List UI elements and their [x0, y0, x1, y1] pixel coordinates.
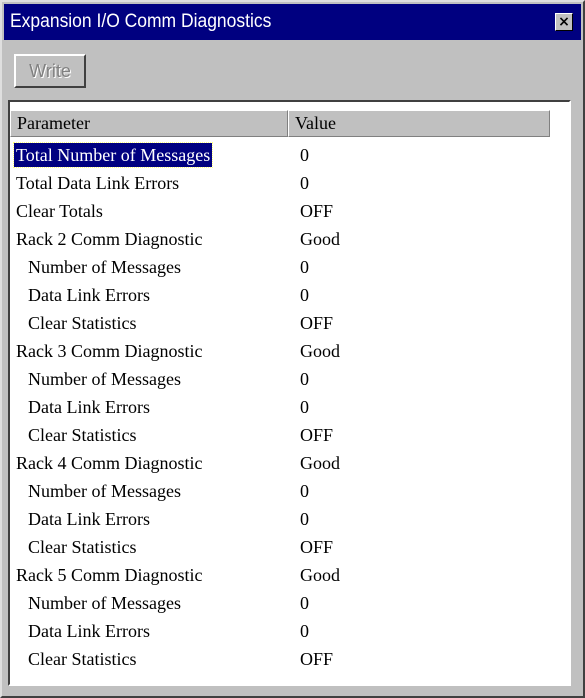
write-button[interactable]: Write	[14, 54, 86, 88]
value-cell[interactable]: OFF	[300, 647, 333, 671]
parameter-cell[interactable]: Clear Statistics	[26, 647, 138, 671]
close-button[interactable]: ×	[555, 13, 573, 31]
table-row[interactable]: Clear Statistics OFF	[14, 309, 554, 337]
table-row[interactable]: Rack 3 Comm Diagnostic Good	[14, 337, 554, 365]
parameter-cell[interactable]: Total Number of Messages	[12, 142, 214, 168]
table-row[interactable]: Data Link Errors 0	[14, 281, 554, 309]
value-cell[interactable]: 0	[300, 143, 309, 167]
parameter-cell[interactable]: Total Data Link Errors	[14, 171, 181, 195]
value-cell[interactable]: 0	[300, 591, 309, 615]
value-cell[interactable]: Good	[300, 227, 340, 251]
value-cell[interactable]: Good	[300, 451, 340, 475]
table-row[interactable]: Clear Totals OFF	[14, 197, 554, 225]
table-row[interactable]: Data Link Errors 0	[14, 393, 554, 421]
parameter-cell[interactable]: Clear Totals	[14, 199, 105, 223]
value-cell[interactable]: 0	[300, 479, 309, 503]
value-cell[interactable]: 0	[300, 367, 309, 391]
table-row[interactable]: Total Data Link Errors 0	[14, 169, 554, 197]
parameter-cell[interactable]: Number of Messages	[26, 367, 183, 391]
parameter-cell[interactable]: Data Link Errors	[26, 507, 152, 531]
parameter-cell[interactable]: Clear Statistics	[26, 535, 138, 559]
column-header-parameter[interactable]: Parameter	[10, 110, 288, 137]
parameter-cell[interactable]: Clear Statistics	[26, 423, 138, 447]
value-cell[interactable]: OFF	[300, 311, 333, 335]
close-icon: ×	[558, 14, 570, 30]
parameter-cell[interactable]: Rack 5 Comm Diagnostic	[14, 563, 204, 587]
table-row[interactable]: Clear Statistics OFF	[14, 533, 554, 561]
parameter-cell[interactable]: Rack 3 Comm Diagnostic	[14, 339, 204, 363]
grid-rows: Total Number of Messages 0 Total Data Link…	[12, 141, 554, 673]
table-row[interactable]: Rack 5 Comm Diagnostic Good	[14, 561, 554, 589]
value-cell[interactable]: 0	[300, 395, 309, 419]
value-cell[interactable]: 0	[300, 283, 309, 307]
parameter-cell[interactable]: Clear Statistics	[26, 311, 138, 335]
value-cell[interactable]: 0	[300, 507, 309, 531]
window-title: Expansion I/O Comm Diagnostics	[10, 11, 272, 32]
value-cell[interactable]: Good	[300, 563, 340, 587]
value-cell[interactable]: OFF	[300, 423, 333, 447]
table-row[interactable]: Number of Messages 0	[14, 589, 554, 617]
parameter-cell[interactable]: Data Link Errors	[26, 395, 152, 419]
title-bar[interactable]: Expansion I/O Comm Diagnostics ×	[4, 4, 581, 40]
parameter-cell[interactable]: Rack 2 Comm Diagnostic	[14, 227, 204, 251]
table-row[interactable]: Total Number of Messages 0	[12, 141, 554, 169]
value-cell[interactable]: Good	[300, 339, 340, 363]
parameter-cell[interactable]: Data Link Errors	[26, 619, 152, 643]
column-header-value[interactable]: Value	[288, 110, 550, 137]
table-row[interactable]: Rack 4 Comm Diagnostic Good	[14, 449, 554, 477]
table-row[interactable]: Clear Statistics OFF	[14, 645, 554, 673]
parameter-cell[interactable]: Number of Messages	[26, 479, 183, 503]
value-cell[interactable]: OFF	[300, 535, 333, 559]
grid-header: Parameter Value	[10, 110, 550, 137]
parameter-cell[interactable]: Rack 4 Comm Diagnostic	[14, 451, 204, 475]
table-row[interactable]: Clear Statistics OFF	[14, 421, 554, 449]
value-cell[interactable]: 0	[300, 619, 309, 643]
toolbar: Write	[4, 42, 581, 100]
table-row[interactable]: Rack 2 Comm Diagnostic Good	[14, 225, 554, 253]
parameter-cell[interactable]: Data Link Errors	[26, 283, 152, 307]
value-cell[interactable]: OFF	[300, 199, 333, 223]
table-row[interactable]: Data Link Errors 0	[14, 617, 554, 645]
value-cell[interactable]: 0	[300, 171, 309, 195]
table-row[interactable]: Number of Messages 0	[14, 253, 554, 281]
table-row[interactable]: Number of Messages 0	[14, 365, 554, 393]
parameter-cell[interactable]: Number of Messages	[26, 255, 183, 279]
parameter-cell[interactable]: Number of Messages	[26, 591, 183, 615]
table-row[interactable]: Data Link Errors 0	[14, 505, 554, 533]
table-row[interactable]: Number of Messages 0	[14, 477, 554, 505]
value-cell[interactable]: 0	[300, 255, 309, 279]
